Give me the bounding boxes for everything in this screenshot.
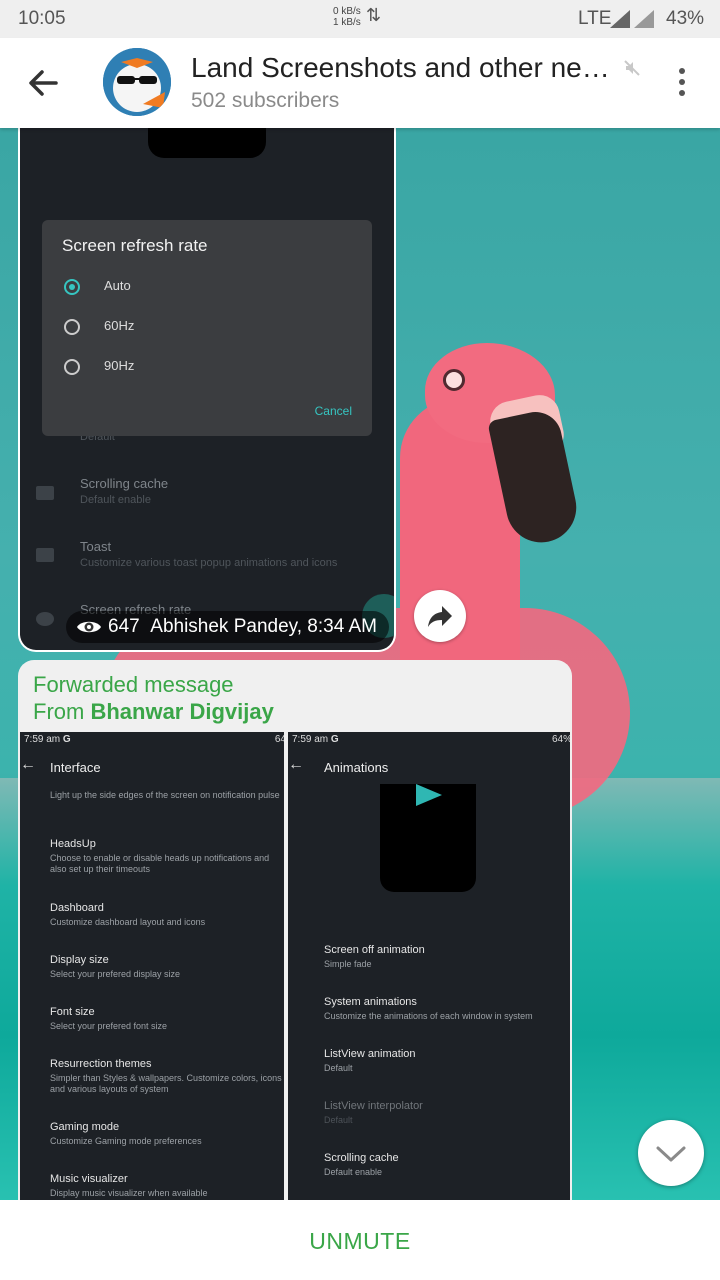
shot-toolbar: ← Animations: [288, 756, 389, 775]
avatar-image-icon: [103, 48, 171, 116]
share-button[interactable]: [414, 590, 466, 642]
shot-item: Scrolling cache Default enable: [324, 1152, 399, 1177]
network-type: LTE: [578, 8, 612, 29]
dialog-title: Screen refresh rate: [62, 236, 208, 255]
net-up: 0 kB/s: [333, 6, 361, 17]
chat-area[interactable]: Default Screen refresh rate Auto 60Hz 90…: [0, 128, 720, 1200]
scroll-cache-icon: [36, 486, 54, 500]
option-60hz: 60Hz: [64, 318, 134, 335]
photo-message-1[interactable]: Default Screen refresh rate Auto 60Hz 90…: [20, 128, 394, 650]
network-speed: 0 kB/s 1 kB/s: [333, 6, 361, 28]
shot-item: ListView animation Default: [324, 1048, 416, 1073]
chevron-down-icon: [656, 1146, 686, 1162]
status-time: 10:05: [18, 8, 66, 29]
message-meta: 647 Abhishek Pandey, 8:34 AM: [66, 611, 390, 643]
shot-item: Dashboard Customize dashboard layout and …: [50, 902, 206, 927]
shot-item-disabled: ListView interpolator Default: [324, 1100, 423, 1125]
unmute-button[interactable]: UNMUTE: [0, 1228, 720, 1255]
wallpaper-flamingo-eye: [443, 369, 465, 391]
muted-icon: [624, 60, 640, 76]
shot-item: Screen off animation Simple fade: [324, 944, 425, 969]
forwarded-label: Forwarded message: [33, 672, 234, 697]
settings-row-scrolling-cache: Scrolling cache Default enable: [80, 476, 169, 506]
status-bar: 10:05 0 kB/s 1 kB/s ⇅ LTE 43%: [0, 0, 720, 38]
shot-toolbar: ← Interface: [20, 756, 101, 775]
shot-item: Font size Select your prefered font size: [50, 1006, 168, 1031]
scroll-to-bottom-button[interactable]: [638, 1120, 704, 1186]
radio-selected-icon: [64, 278, 80, 295]
settings-row-toast: Toast Customize various toast popup anim…: [80, 539, 338, 569]
signal-icon: [610, 10, 630, 28]
option-auto: Auto: [64, 278, 131, 295]
back-arrow-icon: [29, 70, 58, 96]
option-90hz: 90Hz: [64, 358, 134, 375]
shot-item: Gaming mode Customize Gaming mode prefere…: [50, 1121, 202, 1146]
shot-item: Music visualizer Display music visualizer…: [50, 1173, 208, 1198]
shot-back-icon: ←: [20, 756, 36, 773]
phone-notch: [148, 128, 266, 158]
refresh-rate-dialog: Screen refresh rate Auto 60Hz 90Hz Cance…: [42, 220, 372, 436]
channel-header: Land Screenshots and other ne… 502 subsc…: [0, 38, 720, 128]
screenshot-animations[interactable]: 7:59 am G 64% ← Animations Screen off an…: [288, 732, 570, 1200]
subscriber-count: 502 subscribers: [191, 89, 340, 112]
shot-item: HeadsUp Choose to enable or disable heads…: [50, 838, 270, 874]
back-button[interactable]: [26, 66, 62, 100]
refresh-rate-icon: [36, 612, 54, 626]
bottom-bar: UNMUTE: [0, 1200, 720, 1280]
shot-statusbar: 7:59 am G 64%: [292, 734, 570, 745]
net-down: 1 kB/s: [333, 17, 361, 28]
shot-top-text: Light up the side edges of the screen on…: [50, 790, 280, 800]
dialog-cancel: Cancel: [314, 404, 352, 418]
toast-icon: [36, 548, 54, 562]
signal-icon-2: [634, 10, 654, 28]
forwarded-from[interactable]: From Bhanwar Digvijay: [33, 699, 274, 725]
channel-title[interactable]: Land Screenshots and other ne…: [191, 52, 610, 84]
battery-level: 43%: [666, 8, 705, 29]
share-arrow-icon: [428, 606, 452, 627]
screenshot-interface[interactable]: 7:59 am G 64 ← Interface Light up the si…: [20, 732, 284, 1200]
author-time: Abhishek Pandey, 8:34 AM: [150, 616, 378, 637]
views-eye-icon: [77, 621, 101, 633]
radio-icon: [64, 358, 80, 375]
radio-icon: [64, 318, 80, 335]
shot-statusbar: 7:59 am G 64: [24, 734, 284, 745]
shot-item: Display size Select your prefered display…: [50, 954, 181, 979]
shot-item: Resurrection themes Simpler than Styles &…: [50, 1058, 282, 1094]
shot-back-icon: ←: [288, 756, 304, 773]
forwarded-from-name: Bhanwar Digvijay: [90, 699, 274, 724]
shot-item: System animations Customize the animation…: [324, 996, 533, 1021]
channel-avatar[interactable]: [103, 48, 171, 116]
view-count: 647: [108, 616, 140, 637]
data-transfer-icon: ⇅: [366, 5, 382, 25]
forwarded-message[interactable]: Forwarded message From Bhanwar Digvijay …: [18, 660, 572, 1200]
more-options-button[interactable]: [670, 68, 694, 98]
